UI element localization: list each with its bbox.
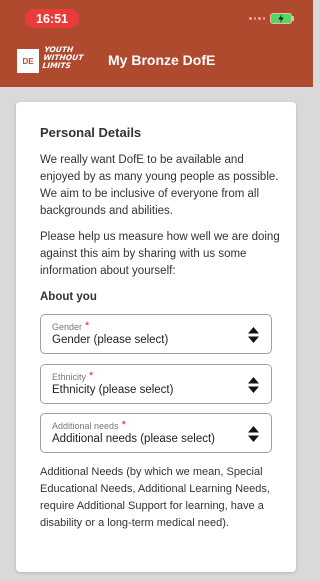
additional-needs-value: Additional needs (please select) — [52, 433, 216, 445]
status-time: 16:51 — [25, 9, 79, 28]
intro-text: We really want DofE to be available and … — [40, 154, 279, 217]
request-text: Please help us measure how well we are d… — [40, 231, 280, 277]
personal-details-card: Personal Details We really want DofE to … — [16, 102, 296, 572]
gender-value: Gender (please select) — [52, 334, 169, 346]
signal-icon — [249, 17, 265, 21]
app-header: 16:51 DE YOUTH WITHOUT LIMITS My Bronze … — [0, 0, 313, 87]
ethnicity-select[interactable]: Ethnicity * Ethnicity (please select) — [40, 364, 272, 404]
dofe-logo: DE — [17, 49, 39, 73]
required-marker: * — [121, 419, 126, 431]
section-title: Personal Details — [40, 125, 142, 140]
additional-needs-select[interactable]: Additional needs * Additional needs (plea… — [40, 413, 272, 453]
additional-needs-note: Additional Needs (by which we mean, Spec… — [40, 466, 270, 529]
about-you-heading: About you — [40, 291, 97, 303]
sort-arrows-icon — [248, 327, 259, 343]
ethnicity-label: Ethnicity * — [52, 370, 94, 382]
gender-select[interactable]: Gender * Gender (please select) — [40, 314, 272, 354]
logo-badge-text: DE — [22, 56, 34, 66]
sort-arrows-icon — [248, 377, 259, 393]
required-marker: * — [89, 370, 94, 382]
logo-line-3: LIMITS — [42, 61, 72, 70]
sort-arrows-icon — [248, 426, 259, 442]
youth-without-limits-logo: YOUTH WITHOUT LIMITS — [41, 45, 100, 76]
battery-tip — [292, 16, 294, 21]
page-title: My Bronze DofE — [108, 52, 216, 68]
ethnicity-value: Ethnicity (please select) — [52, 384, 174, 396]
gender-label: Gender * — [52, 320, 90, 332]
required-marker: * — [85, 320, 90, 332]
battery-icon — [270, 13, 292, 24]
additional-needs-label: Additional needs * — [52, 419, 126, 431]
